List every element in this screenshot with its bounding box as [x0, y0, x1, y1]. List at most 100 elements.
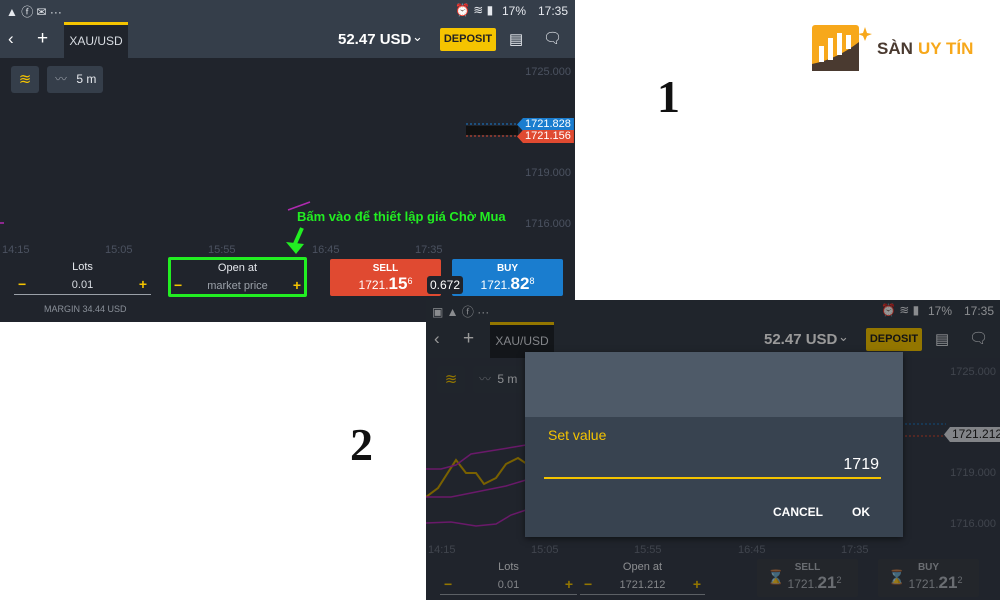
back-icon[interactable]: ‹ [434, 329, 440, 349]
dialog-title: Set value [548, 427, 607, 443]
x-tick: 17:35 [415, 244, 443, 256]
hourglass-icon: ⌛ [767, 569, 785, 585]
battery-percent: 17% [502, 4, 527, 18]
set-value-dialog: Set value 1719 CANCEL OK [525, 352, 903, 537]
indicators-button[interactable]: ≋ [11, 66, 39, 93]
x-tick: 14:15 [428, 544, 456, 556]
value-input-text: 1719 [843, 456, 879, 473]
indicators-button[interactable]: ≋ [437, 366, 465, 393]
lots-field[interactable]: − 0.01 + [440, 576, 577, 595]
arrow-icon [286, 227, 304, 254]
sell-price-big: 15 [388, 274, 408, 293]
buy-price-sup: 8 [529, 276, 535, 286]
logo: SÀN UY TÍN [812, 24, 982, 74]
sell-price-main: 1721. [358, 278, 389, 292]
open-at-label: Open at [217, 262, 258, 274]
status-bar: ▣ ▲ ⓕ ··· ⏰ ≋ ▮ 17% 17:35 [426, 300, 1000, 322]
portfolio-icon[interactable]: ▤ [509, 30, 523, 48]
x-tick: 17:35 [841, 544, 869, 556]
portfolio-icon[interactable]: ▤ [935, 330, 949, 348]
timeframe-button[interactable]: 〰 5 m [47, 66, 103, 93]
sell-button[interactable]: ⌛ SELL 1721.212 [757, 559, 858, 597]
buy-price-big: 21 [938, 573, 958, 592]
logo-chart-icon [812, 25, 872, 71]
buy-price-main: 1721. [908, 577, 939, 591]
logo-text-b: UY TÍN [918, 39, 974, 58]
balance-dropdown[interactable]: 52.47 USD [764, 331, 837, 348]
deposit-button[interactable]: DEPOSIT [440, 28, 496, 51]
lots-label: Lots [498, 561, 519, 573]
spread-badge: 0.672 [427, 276, 464, 294]
buy-price-main: 1721. [480, 278, 511, 292]
open-at-plus-button[interactable]: + [293, 277, 301, 293]
open-at-value: 1721.212 [619, 579, 666, 591]
lots-minus-button[interactable]: − [444, 576, 452, 592]
clock: 17:35 [964, 304, 995, 318]
sell-button[interactable]: SELL 1721.156 [330, 259, 441, 296]
line-chart-icon: 〰 [479, 372, 492, 386]
x-tick: 15:05 [531, 544, 559, 556]
logo-text-a: SÀN [877, 39, 913, 58]
timeframe-value: 5 m [76, 72, 97, 86]
tab-xau-usd[interactable]: XAU/USD [64, 22, 128, 58]
current-price-tag: 1721.212 [944, 427, 1000, 442]
bid-price-tag: 1721.156 [517, 130, 574, 143]
balance-dropdown[interactable]: 52.47 USD [338, 31, 411, 48]
buy-button[interactable]: ⌛ BUY 1721.212 [878, 559, 979, 597]
buy-label: BUY [496, 263, 519, 274]
value-input[interactable]: 1719 [544, 452, 881, 479]
open-at-minus-button[interactable]: − [584, 576, 592, 592]
screen-2: ▣ ▲ ⓕ ··· ⏰ ≋ ▮ 17% 17:35 ‹ + XAU/USD 52… [426, 300, 1000, 600]
add-tab-icon[interactable]: + [37, 28, 48, 50]
sell-price-sup: 6 [407, 276, 413, 286]
status-bar: ▲ ⓕ ✉ ··· ⏰ ≋ ▮ 17% 17:35 [0, 0, 575, 22]
sell-price-sup: 2 [836, 575, 842, 585]
lots-field[interactable]: − 0.01 + [14, 276, 151, 295]
open-at-highlight[interactable]: Open at − market price + [168, 257, 307, 297]
lots-label: Lots [72, 261, 93, 273]
step-label-2: 2 [350, 419, 373, 470]
lots-value: 0.01 [71, 279, 94, 291]
add-tab-icon[interactable]: + [463, 328, 474, 350]
dialog-header [525, 352, 903, 417]
clock: 17:35 [538, 4, 569, 18]
sell-label: SELL [372, 263, 399, 274]
chevron-down-icon[interactable]: ⌄ [412, 29, 423, 45]
header: ‹ + XAU/USD 52.47 USD ⌄ DEPOSIT ▤ 🗨 [0, 22, 575, 58]
timeframe-value: 5 m [497, 372, 518, 386]
x-tick: 15:05 [105, 244, 133, 256]
lots-plus-button[interactable]: + [139, 276, 147, 292]
cancel-button[interactable]: CANCEL [773, 505, 823, 519]
hourglass-icon: ⌛ [888, 569, 906, 585]
y-tick: 1725.000 [525, 66, 571, 78]
sell-price-main: 1721. [787, 577, 818, 591]
back-icon[interactable]: ‹ [8, 29, 14, 49]
chevron-down-icon[interactable]: ⌄ [838, 329, 849, 345]
x-tick: 16:45 [312, 244, 340, 256]
y-tick: 1725.000 [950, 366, 996, 378]
buy-price-big: 82 [510, 274, 530, 293]
notification-icons: ▣ ▲ ⓕ ··· [432, 305, 490, 319]
sell-price-big: 21 [817, 573, 837, 592]
open-at-field[interactable]: − 1721.212 + [580, 576, 705, 595]
lots-plus-button[interactable]: + [565, 576, 573, 592]
step-label-1: 1 [657, 71, 680, 122]
ask-price-tag: 1721.828 [517, 118, 574, 131]
alarm-wifi-signal-icons: ⏰ ≋ ▮ [881, 303, 920, 317]
open-at-value[interactable]: market price [171, 280, 304, 292]
buy-button[interactable]: BUY 1721.828 [452, 259, 563, 296]
deposit-button[interactable]: DEPOSIT [866, 328, 922, 351]
open-at-label: Open at [622, 561, 663, 573]
annotation-text: Bấm vào để thiết lập giá Chờ Mua [297, 209, 506, 224]
margin-text: MARGIN 34.44 USD [44, 304, 127, 314]
x-tick: 16:45 [738, 544, 766, 556]
ok-button[interactable]: OK [852, 505, 870, 519]
x-tick: 15:55 [634, 544, 662, 556]
screen-1: ▲ ⓕ ✉ ··· ⏰ ≋ ▮ 17% 17:35 ‹ + XAU/USD 52… [0, 0, 575, 322]
timeframe-button[interactable]: 〰 5 m [473, 366, 523, 393]
chat-icon[interactable]: 🗨 [543, 29, 562, 47]
lots-minus-button[interactable]: − [18, 276, 26, 292]
line-chart-icon: 〰 [55, 72, 68, 86]
chat-icon[interactable]: 🗨 [969, 329, 988, 347]
open-at-plus-button[interactable]: + [693, 576, 701, 592]
